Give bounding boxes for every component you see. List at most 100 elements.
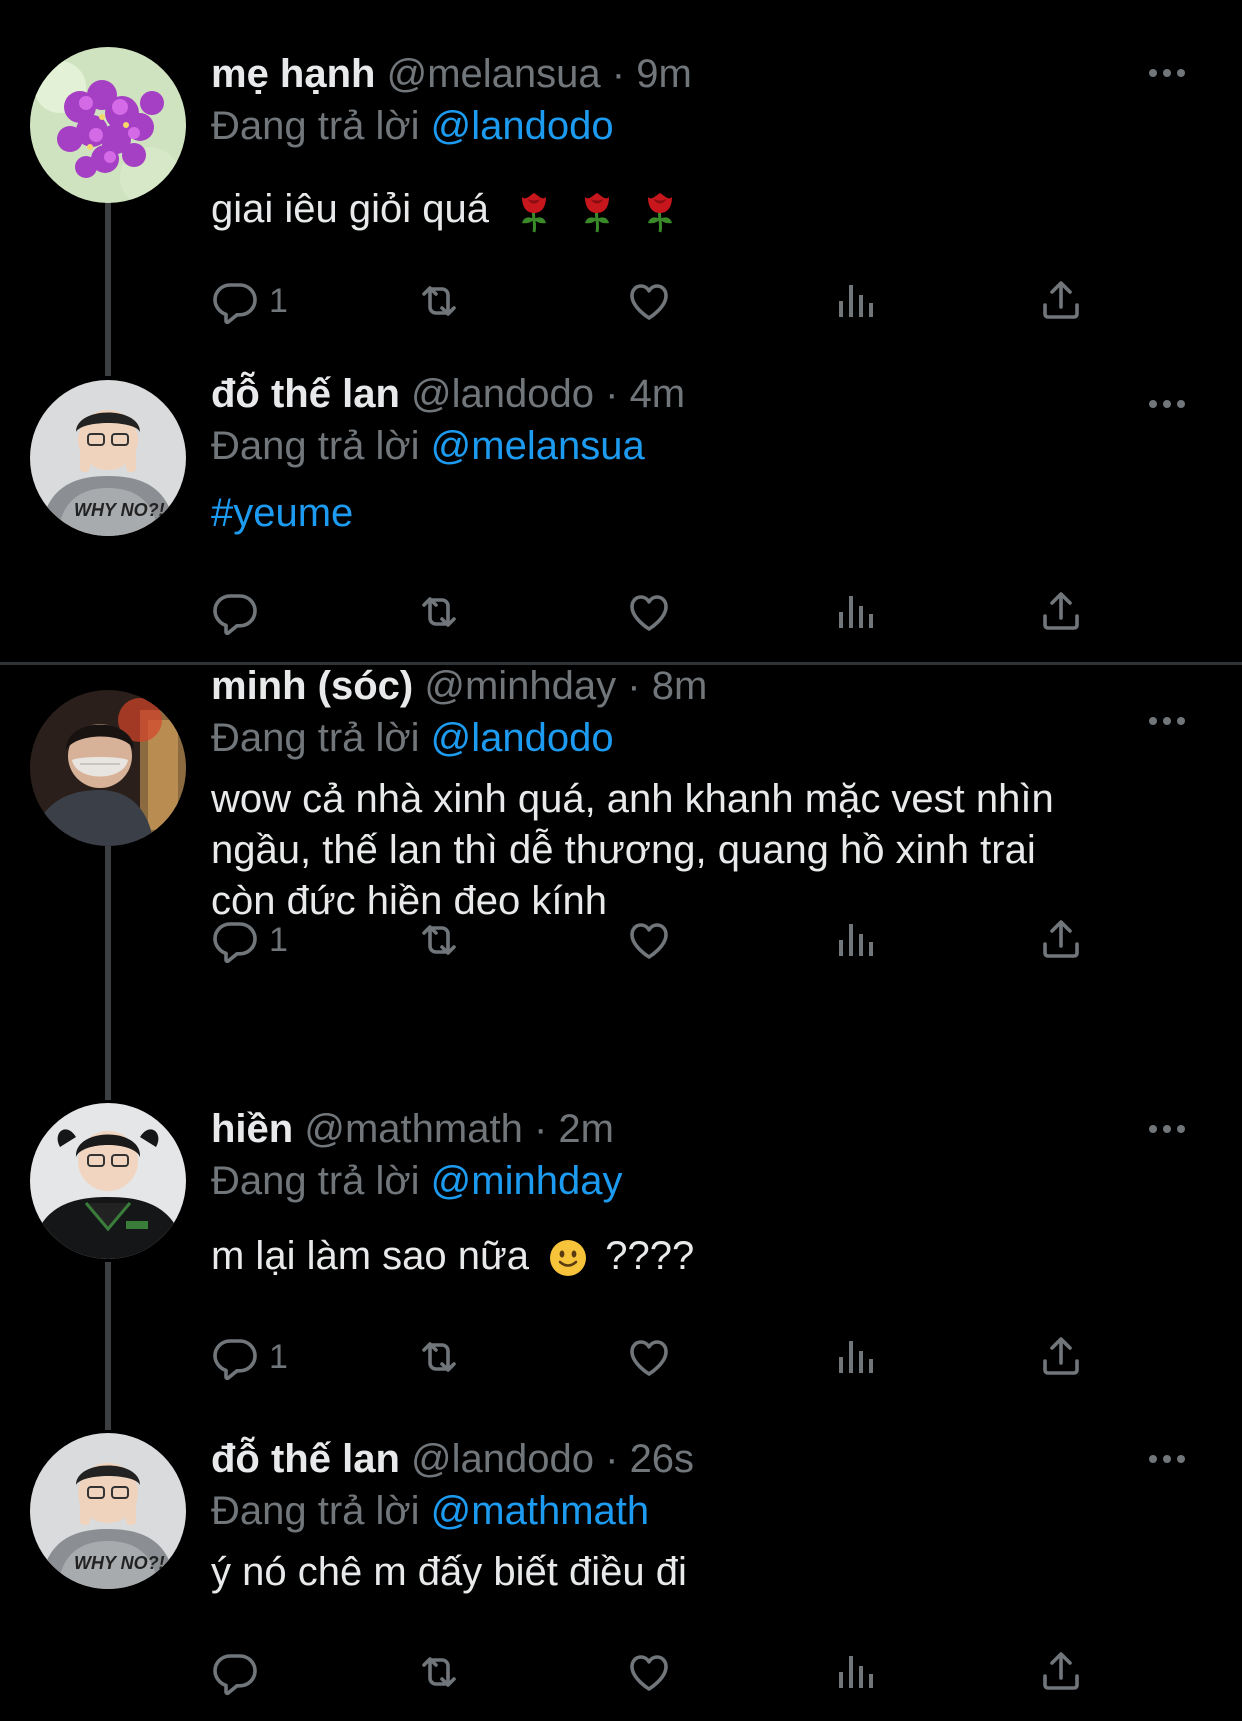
more-icon[interactable] [1147,398,1187,410]
retweet-button[interactable] [415,587,463,637]
tweet[interactable]: minh (sóc) @minhday · 8m Đang trả lời @l… [0,664,1242,1105]
views-icon [831,588,879,636]
like-button[interactable] [625,1332,673,1382]
share-button[interactable] [1037,915,1085,965]
timestamp[interactable]: 26s [630,1437,695,1481]
reply-button[interactable]: 1 [211,276,288,326]
avatar[interactable]: WHY NO?! [30,1433,186,1589]
user-handle[interactable]: @landodo [411,1437,594,1481]
share-button[interactable] [1037,587,1085,637]
tweet[interactable]: WHY NO?! đỗ thế lan @landodo · 4m Đang t… [0,372,1242,660]
tweet[interactable]: hiền @mathmath · 2m Đang trả lời @minhda… [0,1100,1242,1430]
retweet-icon [415,1333,463,1381]
reply-count: 1 [269,920,288,959]
retweet-button[interactable] [415,1332,463,1382]
separator-dot: · [627,664,641,708]
reply-count: 1 [269,281,288,320]
like-icon [625,277,673,325]
retweet-button[interactable] [415,915,463,965]
display-name[interactable]: mẹ hạnh [211,52,375,96]
like-button[interactable] [625,1647,673,1697]
avatar[interactable] [30,47,186,203]
mention-link[interactable]: @melansua [431,424,645,468]
tweet-actions: 1 [211,276,1111,326]
retweet-button[interactable] [415,276,463,326]
tweet-content: minh (sóc) @minhday · 8m Đang trả lời @l… [211,660,1202,927]
tweet-header: mẹ hạnh @melansua · 9m [211,48,1202,100]
smile-emoji [548,1238,588,1278]
rose-emoji [640,189,680,233]
share-button[interactable] [1037,1332,1085,1382]
replying-to-label: Đang trả lời [211,1489,420,1533]
timestamp[interactable]: 8m [652,664,708,708]
timestamp[interactable]: 4m [630,372,686,416]
views-button[interactable] [831,915,879,965]
display-name[interactable]: đỗ thế lan [211,1437,400,1481]
reply-button[interactable]: 1 [211,1332,288,1382]
hashtag-link[interactable]: #yeume [211,491,353,535]
mention-link[interactable]: @mathmath [431,1489,649,1533]
like-button[interactable] [625,587,673,637]
tweet-text-line: ngầu, thế lan thì dễ thương, quang hồ xi… [211,828,1036,872]
retweet-button[interactable] [415,1647,463,1697]
reply-button[interactable] [211,587,269,637]
reply-icon [211,277,259,325]
like-icon [625,588,673,636]
display-name[interactable]: đỗ thế lan [211,372,400,416]
user-handle[interactable]: @mathmath [304,1107,522,1151]
more-icon[interactable] [1147,1123,1187,1135]
timestamp[interactable]: 9m [636,52,692,96]
replying-to-label: Đang trả lời [211,104,420,148]
tweet-content: đỗ thế lan @landodo · 4m Đang trả lời @m… [211,368,1202,539]
tweet-text-content: ý nó chê m đấy biết điều đi [211,1550,687,1594]
display-name[interactable]: minh (sóc) [211,664,413,708]
tweet-actions [211,1647,1111,1697]
mention-link[interactable]: @landodo [431,716,614,760]
reply-icon [211,916,259,964]
share-icon [1037,916,1085,964]
reply-button[interactable]: 1 [211,915,288,965]
views-button[interactable] [831,587,879,637]
retweet-icon [415,1648,463,1696]
mention-link[interactable]: @minhday [431,1159,623,1203]
share-button[interactable] [1037,276,1085,326]
tweet-text-content: ???? [605,1234,695,1278]
views-icon [831,1648,879,1696]
tweet[interactable]: WHY NO?! đỗ thế lan @landodo · 26s Đang … [0,1430,1242,1721]
replying-to-label: Đang trả lời [211,424,420,468]
views-button[interactable] [831,1332,879,1382]
mention-link[interactable]: @landodo [431,104,614,148]
tweet-header: minh (sóc) @minhday · 8m [211,660,1202,712]
replying-to: Đang trả lời @mathmath [211,1485,1202,1537]
tweet-actions: 1 [211,915,1111,965]
share-button[interactable] [1037,1647,1085,1697]
tweet-actions [211,587,1111,637]
avatar[interactable]: WHY NO?! [30,380,186,536]
display-name[interactable]: hiền [211,1107,293,1151]
tweet-text: m lại làm sao nữa ???? [211,1231,1202,1282]
views-button[interactable] [831,1647,879,1697]
share-icon [1037,277,1085,325]
like-button[interactable] [625,915,673,965]
separator-dot: · [533,1107,548,1151]
views-button[interactable] [831,276,879,326]
more-icon[interactable] [1147,1453,1187,1465]
timestamp[interactable]: 2m [558,1107,614,1151]
separator-dot: · [611,52,626,96]
like-button[interactable] [625,276,673,326]
reply-button[interactable] [211,1647,269,1697]
avatar[interactable] [30,690,186,846]
user-handle[interactable]: @melansua [387,52,601,96]
tweet-content: mẹ hạnh @melansua · 9m Đang trả lời @lan… [211,48,1202,235]
tweet-header: đỗ thế lan @landodo · 4m [211,368,1202,420]
more-icon[interactable] [1147,715,1187,727]
tweet[interactable]: mẹ hạnh @melansua · 9m Đang trả lời @lan… [0,0,1242,380]
reply-count: 1 [269,1337,288,1376]
separator-dot: · [605,372,619,416]
more-icon[interactable] [1147,67,1187,79]
reply-icon [211,1648,259,1696]
user-handle[interactable]: @minhday [424,664,616,708]
user-handle[interactable]: @landodo [411,372,594,416]
replying-to: Đang trả lời @landodo [211,712,1202,764]
avatar[interactable] [30,1103,186,1259]
